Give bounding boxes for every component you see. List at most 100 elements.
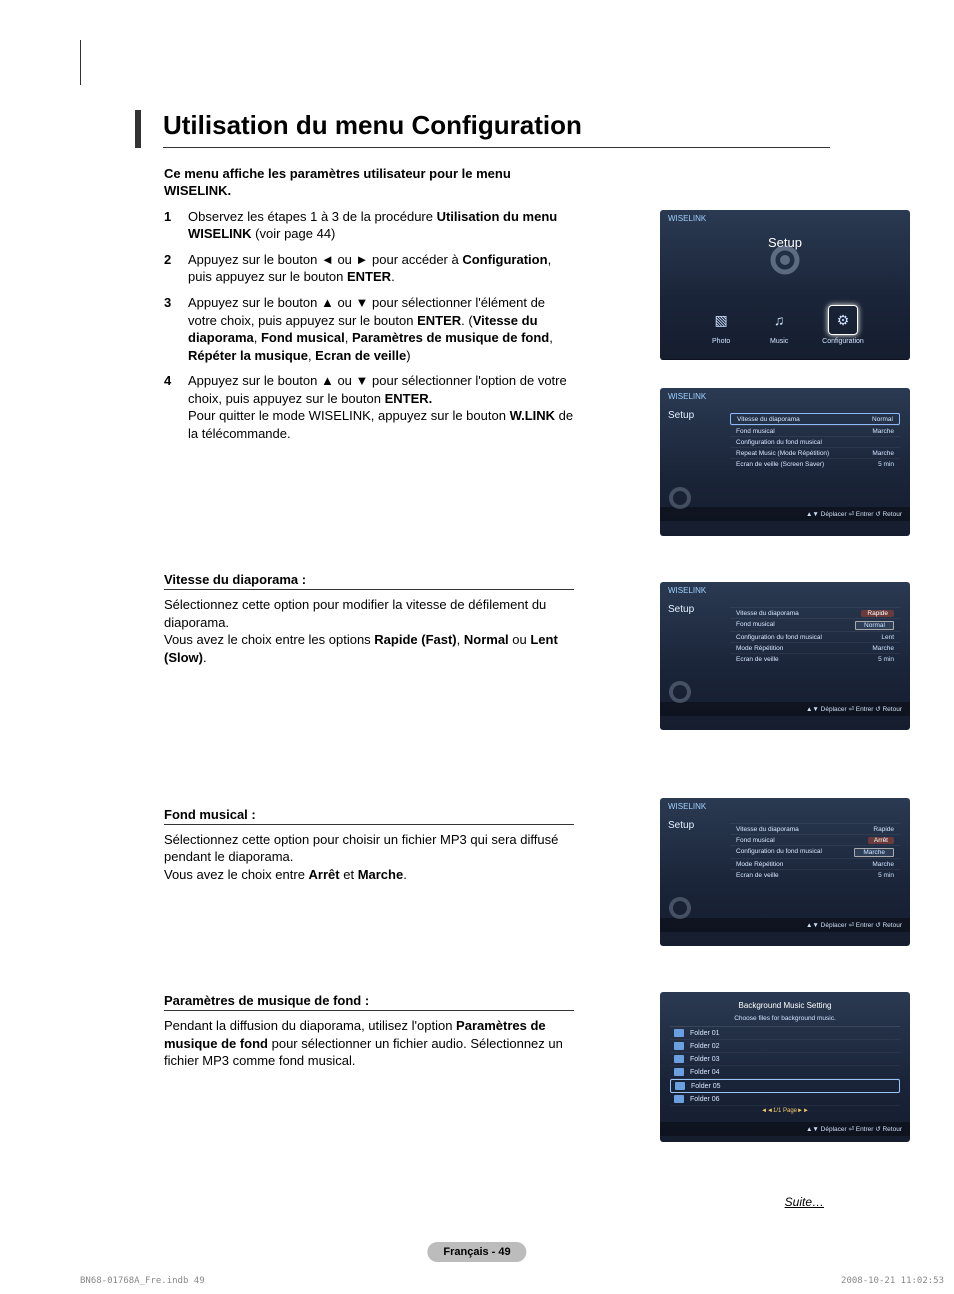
steps-list: 1Observez les étapes 1 à 3 de la procédu… bbox=[164, 208, 574, 443]
intro-text: Ce menu affiche les paramètres utilisate… bbox=[164, 166, 564, 200]
icon-label: Music bbox=[770, 338, 788, 345]
nav-hint-bar: ▲▼ Déplacer ⏎ Entrer ↺ Retour bbox=[660, 918, 910, 932]
folder-row: Folder 04 bbox=[670, 1066, 900, 1079]
folder-name: Folder 03 bbox=[690, 1056, 720, 1063]
step-number: 1 bbox=[164, 208, 174, 243]
menu-row: Vitesse du diaporamaRapide bbox=[730, 607, 900, 618]
menu-icon: ♫ Music bbox=[764, 305, 794, 345]
row-label: Configuration du fond musical bbox=[736, 439, 822, 446]
step-text: Appuyez sur le bouton ▲ ou ▼ pour sélect… bbox=[188, 372, 574, 442]
row-value: Marche bbox=[872, 450, 894, 457]
row-value: 5 min bbox=[878, 656, 894, 663]
row-label: Fond musical bbox=[736, 621, 775, 630]
step-text: Appuyez sur le bouton ◄ ou ► pour accéde… bbox=[188, 251, 574, 286]
row-label: Mode Répétition bbox=[736, 645, 783, 652]
gear-icon bbox=[666, 678, 694, 706]
section: Fond musical : Sélectionnez cette option … bbox=[164, 807, 574, 884]
row-label: Fond musical bbox=[736, 428, 775, 435]
menu-row: Repeat Music (Mode Répétition) Marche bbox=[730, 447, 900, 458]
gear-icon bbox=[666, 894, 694, 922]
menu-row: Vitesse du diaporama Rapide bbox=[730, 823, 900, 834]
folder-row: Folder 05 bbox=[670, 1079, 900, 1093]
step-item: 2Appuyez sur le bouton ◄ ou ► pour accéd… bbox=[164, 251, 574, 286]
page-indicator: ◄◄1/1 Page►► bbox=[670, 1106, 900, 1116]
music-icon: ♫ bbox=[764, 305, 794, 335]
row-label: Vitesse du diaporama bbox=[736, 610, 799, 617]
gear-icon bbox=[765, 240, 805, 280]
gear-icon bbox=[666, 484, 694, 512]
screenshot-background-music: WISELINK Setup Vitesse du diaporama Rapid… bbox=[660, 798, 910, 946]
folder-name: Folder 06 bbox=[690, 1096, 720, 1103]
folder-icon bbox=[674, 1029, 684, 1037]
row-value: Marche bbox=[872, 428, 894, 435]
row-value: Rapide bbox=[873, 826, 894, 833]
photo-icon: ▧ bbox=[706, 305, 736, 335]
footer-filename: BN68-01768A_Fre.indb 49 bbox=[80, 1276, 205, 1286]
step-item: 3Appuyez sur le bouton ▲ ou ▼ pour sélec… bbox=[164, 294, 574, 364]
step-number: 3 bbox=[164, 294, 174, 364]
panel-title: Background Music Setting bbox=[670, 998, 900, 1013]
row-label: Vitesse du diaporama bbox=[737, 416, 800, 423]
menu-icon: ▧Photo bbox=[706, 305, 736, 345]
row-value: Marche bbox=[872, 861, 894, 868]
folder-row: Folder 06 bbox=[670, 1093, 900, 1106]
folder-icon bbox=[674, 1095, 684, 1103]
row-value: Arrêt bbox=[868, 837, 894, 844]
row-label: Mode Répétition bbox=[736, 861, 783, 868]
nav-hint-bar: ▲▼ Déplacer ⏎ Entrer ↺ Retour bbox=[660, 702, 910, 716]
row-label: Configuration du fond musical bbox=[736, 634, 822, 641]
icon-label: Configuration bbox=[822, 338, 864, 345]
folder-name: Folder 02 bbox=[690, 1043, 720, 1050]
row-label: Vitesse du diaporama bbox=[736, 826, 799, 833]
brand-label: WISELINK bbox=[660, 582, 910, 599]
section-heading: Fond musical : bbox=[164, 807, 574, 825]
brand-label: WISELINK bbox=[660, 798, 910, 815]
menu-row: Fond musical Normal bbox=[730, 618, 900, 631]
brand-label: WISELINK bbox=[660, 210, 910, 227]
screenshot-slideshow-speed: WISELINK Setup Vitesse du diaporamaRapid… bbox=[660, 582, 910, 730]
section-body: Sélectionnez cette option pour choisir u… bbox=[164, 831, 574, 884]
row-value: Marche bbox=[872, 645, 894, 652]
step-item: 1Observez les étapes 1 à 3 de la procédu… bbox=[164, 208, 574, 243]
screenshot-folder-picker: Background Music Setting Choose files fo… bbox=[660, 992, 910, 1142]
title-bar: Utilisation du menu Configuration bbox=[135, 110, 830, 148]
row-label: Repeat Music (Mode Répétition) bbox=[736, 450, 829, 457]
folder-icon bbox=[674, 1042, 684, 1050]
side-title: Setup bbox=[668, 604, 694, 615]
menu-row: Configuration du fond musical bbox=[730, 436, 900, 447]
row-label: Fond musical bbox=[736, 837, 775, 844]
folder-name: Folder 04 bbox=[690, 1069, 720, 1076]
folder-row: Folder 02 bbox=[670, 1040, 900, 1053]
menu-row: Mode Répétition Marche bbox=[730, 858, 900, 869]
side-title: Setup bbox=[668, 820, 694, 831]
folder-icon bbox=[674, 1068, 684, 1076]
side-title: Setup bbox=[668, 410, 694, 421]
folder-name: Folder 05 bbox=[691, 1083, 721, 1090]
row-label: Ecran de veille (Screen Saver) bbox=[736, 461, 824, 468]
folder-row: Folder 01 bbox=[670, 1027, 900, 1040]
panel-subtitle: Choose files for background music. bbox=[670, 1013, 900, 1027]
nav-hint-bar: ▲▼ Déplacer ⏎ Entrer ↺ Retour bbox=[660, 1122, 910, 1136]
screenshot-column: WISELINK Setup ▧Photo ♫ Music ⚙Configuratio… bbox=[660, 210, 910, 1170]
row-value: Normal bbox=[855, 621, 894, 630]
continued-label: Suite… bbox=[785, 1195, 824, 1209]
section-heading: Paramètres de musique de fond : bbox=[164, 993, 574, 1011]
row-label: Ecran de veille bbox=[736, 872, 779, 879]
screenshot-setup-main: WISELINK Setup ▧Photo♫Music⚙Configuratio… bbox=[660, 210, 910, 360]
nav-hint-bar: ◄ ► Déplacer ⏎ Entrer ↺ Retour bbox=[660, 359, 910, 360]
step-text: Appuyez sur le bouton ▲ ou ▼ pour sélect… bbox=[188, 294, 574, 364]
menu-row: Configuration du fond musical Lent bbox=[730, 631, 900, 642]
menu-row: Fond musical Arrêt bbox=[730, 834, 900, 845]
menu-row: Ecran de veille 5 min bbox=[730, 653, 900, 664]
menu-icon: ⚙Configuration bbox=[822, 305, 864, 345]
section-body: Pendant la diffusion du diaporama, utili… bbox=[164, 1017, 574, 1070]
row-value: Lent bbox=[881, 634, 894, 641]
row-value: 5 min bbox=[878, 872, 894, 879]
folder-row: Folder 03 bbox=[670, 1053, 900, 1066]
nav-hint-bar: ▲▼ Déplacer ⏎ Entrer ↺ Retour bbox=[660, 507, 910, 521]
footer-timestamp: 2008-10-21 11:02:53 bbox=[841, 1276, 944, 1286]
row-label: Ecran de veille bbox=[736, 656, 779, 663]
step-number: 4 bbox=[164, 372, 174, 442]
folder-name: Folder 01 bbox=[690, 1030, 720, 1037]
brand-label: WISELINK bbox=[660, 388, 910, 405]
